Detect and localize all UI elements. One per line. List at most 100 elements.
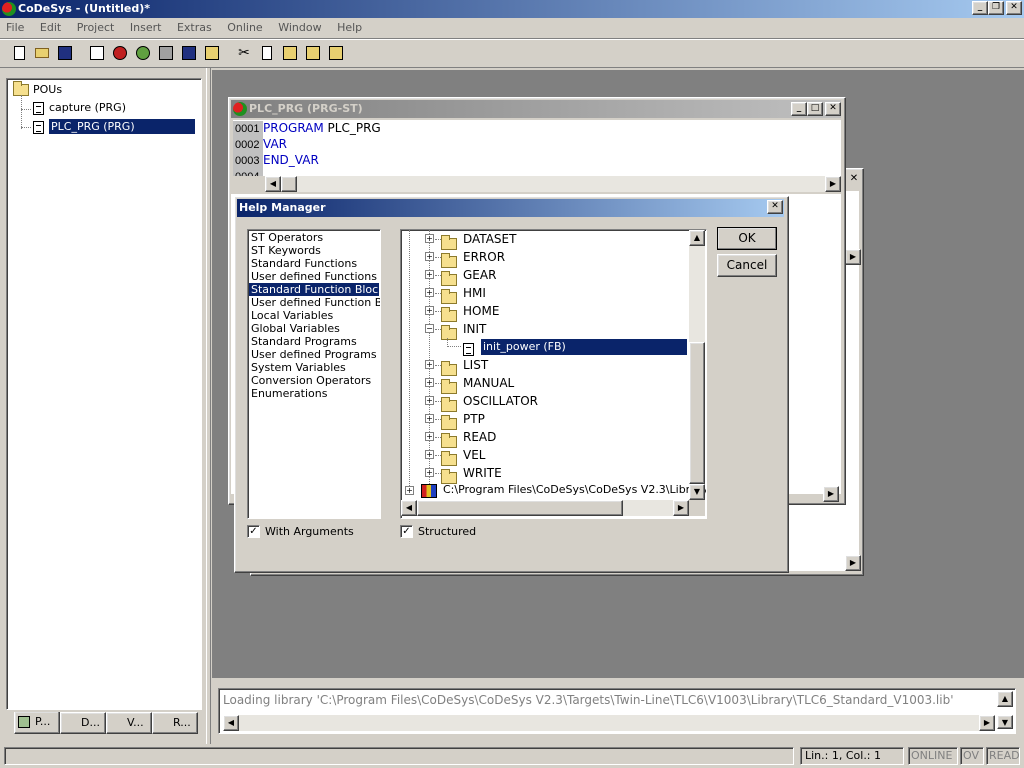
category-item[interactable]: User defined Functions: [249, 270, 379, 283]
expand-icon[interactable]: +: [425, 288, 434, 297]
scroll-left-button[interactable]: ◀: [223, 715, 239, 731]
scroll-right-button[interactable]: ▶: [673, 500, 689, 516]
menu-project[interactable]: Project: [77, 21, 115, 34]
category-item[interactable]: User defined Function Bloc: [249, 296, 380, 309]
tree-item[interactable]: + HMI: [401, 284, 689, 304]
function-tree[interactable]: + DATASET + ERROR + GEAR + HMI + HOME − INIT init_po…: [400, 229, 707, 519]
tree-item[interactable]: + DATASET: [401, 230, 689, 250]
tree-item[interactable]: + MANUAL: [401, 374, 689, 394]
menu-edit[interactable]: Edit: [40, 21, 61, 34]
structured-checkbox-row[interactable]: ✓ Structured: [400, 525, 476, 538]
tree-item[interactable]: + READ: [401, 428, 689, 448]
editor-minimize-button[interactable]: _: [791, 102, 807, 116]
tree-item[interactable]: init_power (FB): [401, 338, 689, 356]
expand-icon[interactable]: +: [425, 414, 434, 423]
ok-button[interactable]: OK: [717, 227, 777, 250]
tree-item[interactable]: + WRITE: [401, 464, 689, 484]
tab-resources[interactable]: R...: [18, 712, 198, 734]
menu-insert[interactable]: Insert: [130, 21, 162, 34]
editor-maximize-button[interactable]: □: [807, 102, 823, 116]
expand-icon[interactable]: +: [425, 252, 434, 261]
with-arguments-checkbox-row[interactable]: ✓ With Arguments: [247, 525, 354, 538]
help-close-button[interactable]: ✕: [767, 200, 783, 214]
tab-visualizations[interactable]: V...: [18, 712, 152, 734]
scroll-right-button[interactable]: ▶: [845, 555, 861, 571]
category-item[interactable]: Standard Functions: [249, 257, 379, 270]
expand-icon[interactable]: +: [425, 432, 434, 441]
tree-item[interactable]: + OSCILLATOR: [401, 392, 689, 412]
scroll-left-button[interactable]: ◀: [401, 500, 417, 516]
expand-icon[interactable]: +: [425, 306, 434, 315]
tree-item[interactable]: − INIT: [401, 320, 689, 340]
menu-extras[interactable]: Extras: [177, 21, 212, 34]
download-icon[interactable]: [86, 42, 108, 64]
expand-icon[interactable]: +: [425, 360, 434, 369]
tree-item[interactable]: + PTP: [401, 410, 689, 430]
with-arguments-checkbox[interactable]: ✓: [247, 525, 260, 538]
maximize-button[interactable]: ❐: [988, 1, 1004, 15]
expand-icon[interactable]: +: [425, 396, 434, 405]
step-icon[interactable]: [132, 42, 154, 64]
find-next-icon[interactable]: [325, 42, 347, 64]
close-button[interactable]: ✕: [1006, 1, 1022, 15]
expand-icon[interactable]: +: [425, 450, 434, 459]
editor-hscrollbar[interactable]: ◀ ▶: [265, 176, 841, 192]
expand-icon[interactable]: +: [425, 270, 434, 279]
tree-item[interactable]: + ERROR: [401, 248, 689, 268]
category-item[interactable]: Global Variables: [249, 322, 379, 335]
category-item[interactable]: ST Operators: [249, 231, 379, 244]
open-icon[interactable]: [31, 42, 53, 64]
minimize-button[interactable]: _: [972, 1, 988, 15]
menu-window[interactable]: Window: [278, 21, 321, 34]
breakpoint-icon[interactable]: [155, 42, 177, 64]
rebuild-icon[interactable]: [201, 42, 223, 64]
close-icon[interactable]: ✕: [847, 173, 861, 187]
menu-online[interactable]: Online: [227, 21, 262, 34]
compile-icon[interactable]: [178, 42, 200, 64]
scroll-right-button[interactable]: ▶: [823, 486, 839, 502]
editor-close-button[interactable]: ✕: [825, 102, 841, 116]
expand-icon[interactable]: +: [425, 378, 434, 387]
tab-datatypes[interactable]: D...: [18, 712, 106, 734]
scroll-thumb[interactable]: [281, 176, 297, 192]
category-item[interactable]: Conversion Operators: [249, 374, 379, 387]
tree-item[interactable]: + HOME: [401, 302, 689, 322]
category-item[interactable]: System Variables: [249, 361, 379, 374]
new-icon[interactable]: [8, 42, 30, 64]
cut-icon[interactable]: ✂: [233, 42, 255, 64]
category-item[interactable]: ST Keywords: [249, 244, 379, 257]
scroll-down-button[interactable]: ▼: [689, 484, 705, 500]
find-icon[interactable]: [302, 42, 324, 64]
pou-item-plc-prg[interactable]: PLC_PRG (PRG): [33, 119, 197, 135]
category-item[interactable]: Standard Programs: [249, 335, 379, 348]
scroll-thumb[interactable]: [689, 342, 705, 484]
paste-icon[interactable]: [279, 42, 301, 64]
scroll-thumb[interactable]: [417, 500, 623, 516]
category-item[interactable]: User defined Programs: [249, 348, 379, 361]
scroll-left-button[interactable]: ◀: [265, 176, 281, 192]
structured-checkbox[interactable]: ✓: [400, 525, 413, 538]
pou-item-capture[interactable]: capture (PRG): [33, 101, 126, 115]
copy-icon[interactable]: [256, 42, 278, 64]
menu-file[interactable]: File: [6, 21, 24, 34]
tree-vscrollbar[interactable]: ▲ ▼: [689, 230, 705, 500]
tree-item[interactable]: + GEAR: [401, 266, 689, 286]
menu-help[interactable]: Help: [337, 21, 362, 34]
expand-icon[interactable]: +: [425, 468, 434, 477]
category-list[interactable]: ST Operators ST Keywords Standard Function…: [247, 229, 381, 519]
category-item[interactable]: Enumerations: [249, 387, 379, 400]
category-item[interactable]: Standard Function Blocks: [249, 283, 380, 296]
tree-item[interactable]: + LIST: [401, 356, 689, 376]
collapse-icon[interactable]: −: [425, 324, 434, 333]
save-icon[interactable]: [54, 42, 76, 64]
category-item[interactable]: Local Variables: [249, 309, 379, 322]
scroll-up-button[interactable]: ▲: [997, 691, 1013, 707]
scroll-right-button[interactable]: ▶: [825, 176, 841, 192]
scroll-right-button[interactable]: ▶: [979, 715, 995, 731]
scroll-up-button[interactable]: ▲: [689, 230, 705, 246]
cancel-button[interactable]: Cancel: [717, 254, 777, 277]
scroll-right-button[interactable]: ▶: [845, 249, 861, 265]
declaration-area[interactable]: 0001 PROGRAM PLC_PRG 0002 VAR 0003 END_VAR …: [233, 120, 841, 176]
tree-item[interactable]: + VEL: [401, 446, 689, 466]
stop-icon[interactable]: [109, 42, 131, 64]
